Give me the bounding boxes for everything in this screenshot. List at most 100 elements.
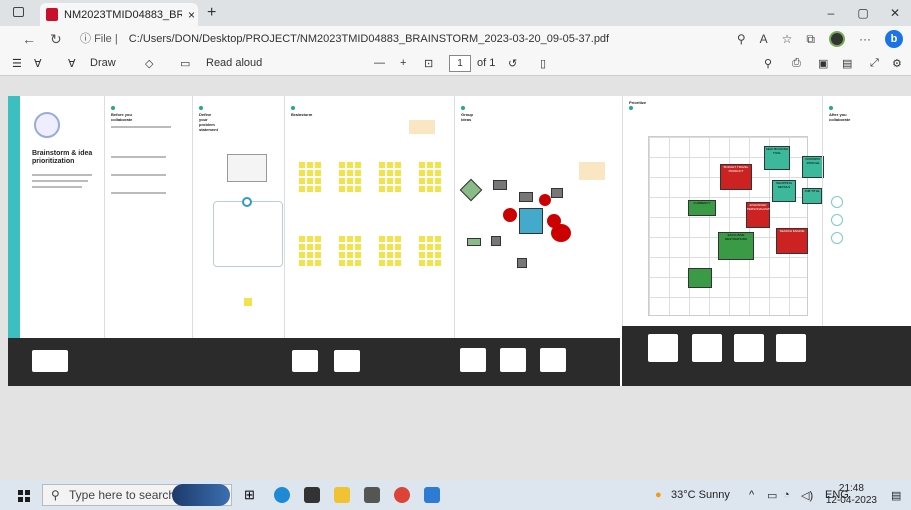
- pdf-toolbar: ☰ ∀ ∀ Draw ◇ ▭ Read aloud — + ⊡ 1 of 1 ↺…: [0, 52, 911, 76]
- two-page-icon[interactable]: ▯: [540, 57, 546, 70]
- sticky-note: [315, 236, 321, 242]
- rotate-icon[interactable]: ↺: [508, 57, 517, 70]
- page-total: of 1: [477, 57, 496, 69]
- sticky-note: [347, 260, 353, 266]
- photos-icon[interactable]: [424, 487, 440, 503]
- pdf-viewer[interactable]: Brainstorm & idea prioritization Before …: [0, 76, 911, 480]
- mail-icon[interactable]: [364, 487, 380, 503]
- back-icon[interactable]: ←: [22, 31, 36, 47]
- fit-page-icon[interactable]: ⊡: [424, 57, 433, 70]
- intro-title: Brainstorm & idea prioritization: [32, 150, 93, 165]
- notifications-icon[interactable]: ▤: [891, 489, 901, 502]
- sticky-note: [419, 170, 425, 176]
- sticky-note: [307, 252, 313, 258]
- refresh-icon[interactable]: ↻: [50, 31, 62, 48]
- sticky-note: [307, 162, 313, 168]
- window-controls: – ▢ ✕: [815, 0, 911, 26]
- tray-chevron-icon[interactable]: ^: [749, 489, 754, 501]
- profile-avatar[interactable]: [829, 31, 845, 47]
- network-icon[interactable]: ◔: [783, 489, 790, 501]
- sticky-note: [307, 170, 313, 176]
- task-view-icon[interactable]: ⊞: [244, 487, 260, 503]
- tab-actions-icon[interactable]: [13, 7, 24, 17]
- zoom-out-button[interactable]: —: [374, 57, 385, 69]
- draw-label[interactable]: Draw: [90, 57, 116, 69]
- expand-icon[interactable]: ⤢: [870, 57, 879, 70]
- read-aloud-label[interactable]: Read aloud: [206, 57, 262, 69]
- contents-icon[interactable]: ☰: [12, 57, 22, 70]
- save-as-icon[interactable]: ▤: [842, 57, 852, 70]
- sticky-note: [339, 244, 345, 250]
- sticky-note: [419, 244, 425, 250]
- clock-time: 21:48: [838, 483, 864, 494]
- start-icon[interactable]: [18, 490, 30, 502]
- grid-label: EXCLUSIVE DESTINATIONS: [718, 232, 754, 260]
- zoom-in-button[interactable]: +: [400, 57, 406, 69]
- panel-title: Before you collaborate: [111, 112, 133, 122]
- sticky-note: [355, 178, 361, 184]
- panel-before: Before you collaborate: [104, 96, 171, 358]
- sticky-note: [355, 236, 361, 242]
- sticky-note: [395, 236, 401, 242]
- sticky-note: [307, 244, 313, 250]
- text-icon[interactable]: ▭: [180, 57, 190, 70]
- read-mode-icon[interactable]: A: [760, 32, 768, 46]
- new-tab-button[interactable]: +: [207, 4, 216, 22]
- print-icon[interactable]: ⎙: [792, 57, 801, 70]
- battery-icon[interactable]: ▭: [767, 489, 777, 502]
- sticky-note: [347, 170, 353, 176]
- close-window-button[interactable]: ✕: [879, 0, 911, 26]
- chrome-icon[interactable]: [394, 487, 410, 503]
- sticky-note: [339, 162, 345, 168]
- file-explorer-icon[interactable]: [334, 487, 350, 503]
- erase-icon[interactable]: ◇: [145, 57, 153, 70]
- store-icon[interactable]: [304, 487, 320, 503]
- tab-close-button[interactable]: ×: [188, 8, 195, 22]
- sticky-note: [315, 244, 321, 250]
- sticky-note: [347, 236, 353, 242]
- clock[interactable]: 21:48 12-04-2023: [826, 483, 877, 507]
- browser-actions: ⚲ A ☆ ⧉ ··· b: [737, 29, 903, 49]
- grid-label: CURRENCY: [688, 200, 716, 216]
- save-icon[interactable]: ▣: [818, 57, 828, 70]
- sticky-note: [299, 170, 305, 176]
- url-field[interactable]: ⓘ File | C:/Users/DON/Desktop/PROJECT/NM…: [80, 29, 680, 49]
- sticky-note: [339, 236, 345, 242]
- maximize-button[interactable]: ▢: [847, 0, 879, 26]
- sticky-note: [395, 186, 401, 192]
- bing-icon[interactable]: b: [885, 30, 903, 48]
- weather-text[interactable]: 33°C Sunny: [671, 489, 730, 501]
- sticky-note: [299, 186, 305, 192]
- draw-icon[interactable]: ∀: [68, 57, 76, 70]
- volume-icon[interactable]: ◁): [801, 489, 813, 502]
- sticky-note: [379, 260, 385, 266]
- sticky-note: [395, 162, 401, 168]
- search-pdf-icon[interactable]: ⚲: [764, 57, 772, 70]
- sticky-note: [387, 260, 393, 266]
- edge-icon[interactable]: [274, 487, 290, 503]
- intro-logo: [34, 112, 60, 138]
- minimize-button[interactable]: –: [815, 0, 847, 26]
- filter-icon[interactable]: ∀: [34, 57, 42, 70]
- browser-tab[interactable]: NM2023TMID04883_BRAINSTOR ×: [40, 3, 198, 26]
- sticky-note: [339, 252, 345, 258]
- sticky-note: [339, 260, 345, 266]
- favorites-icon[interactable]: ☆: [782, 32, 793, 46]
- zoom-icon[interactable]: ⚲: [737, 32, 746, 46]
- sticky-note: [307, 178, 313, 184]
- collections-icon[interactable]: ⧉: [806, 32, 815, 47]
- more-icon[interactable]: ···: [859, 32, 871, 46]
- sticky-note: [307, 260, 313, 266]
- tab-title: NM2023TMID04883_BRAINSTOR: [64, 8, 182, 21]
- sticky-note: [419, 162, 425, 168]
- sticky-note: [299, 162, 305, 168]
- sticky-note: [395, 244, 401, 250]
- sticky-note: [435, 178, 441, 184]
- sticky-note: [387, 252, 393, 258]
- sticky-note: [355, 260, 361, 266]
- sticky-note: [419, 236, 425, 242]
- settings-icon[interactable]: ⚙: [892, 57, 902, 70]
- page-number-input[interactable]: 1: [449, 55, 471, 72]
- sticky-note: [315, 178, 321, 184]
- sticky-note: [419, 260, 425, 266]
